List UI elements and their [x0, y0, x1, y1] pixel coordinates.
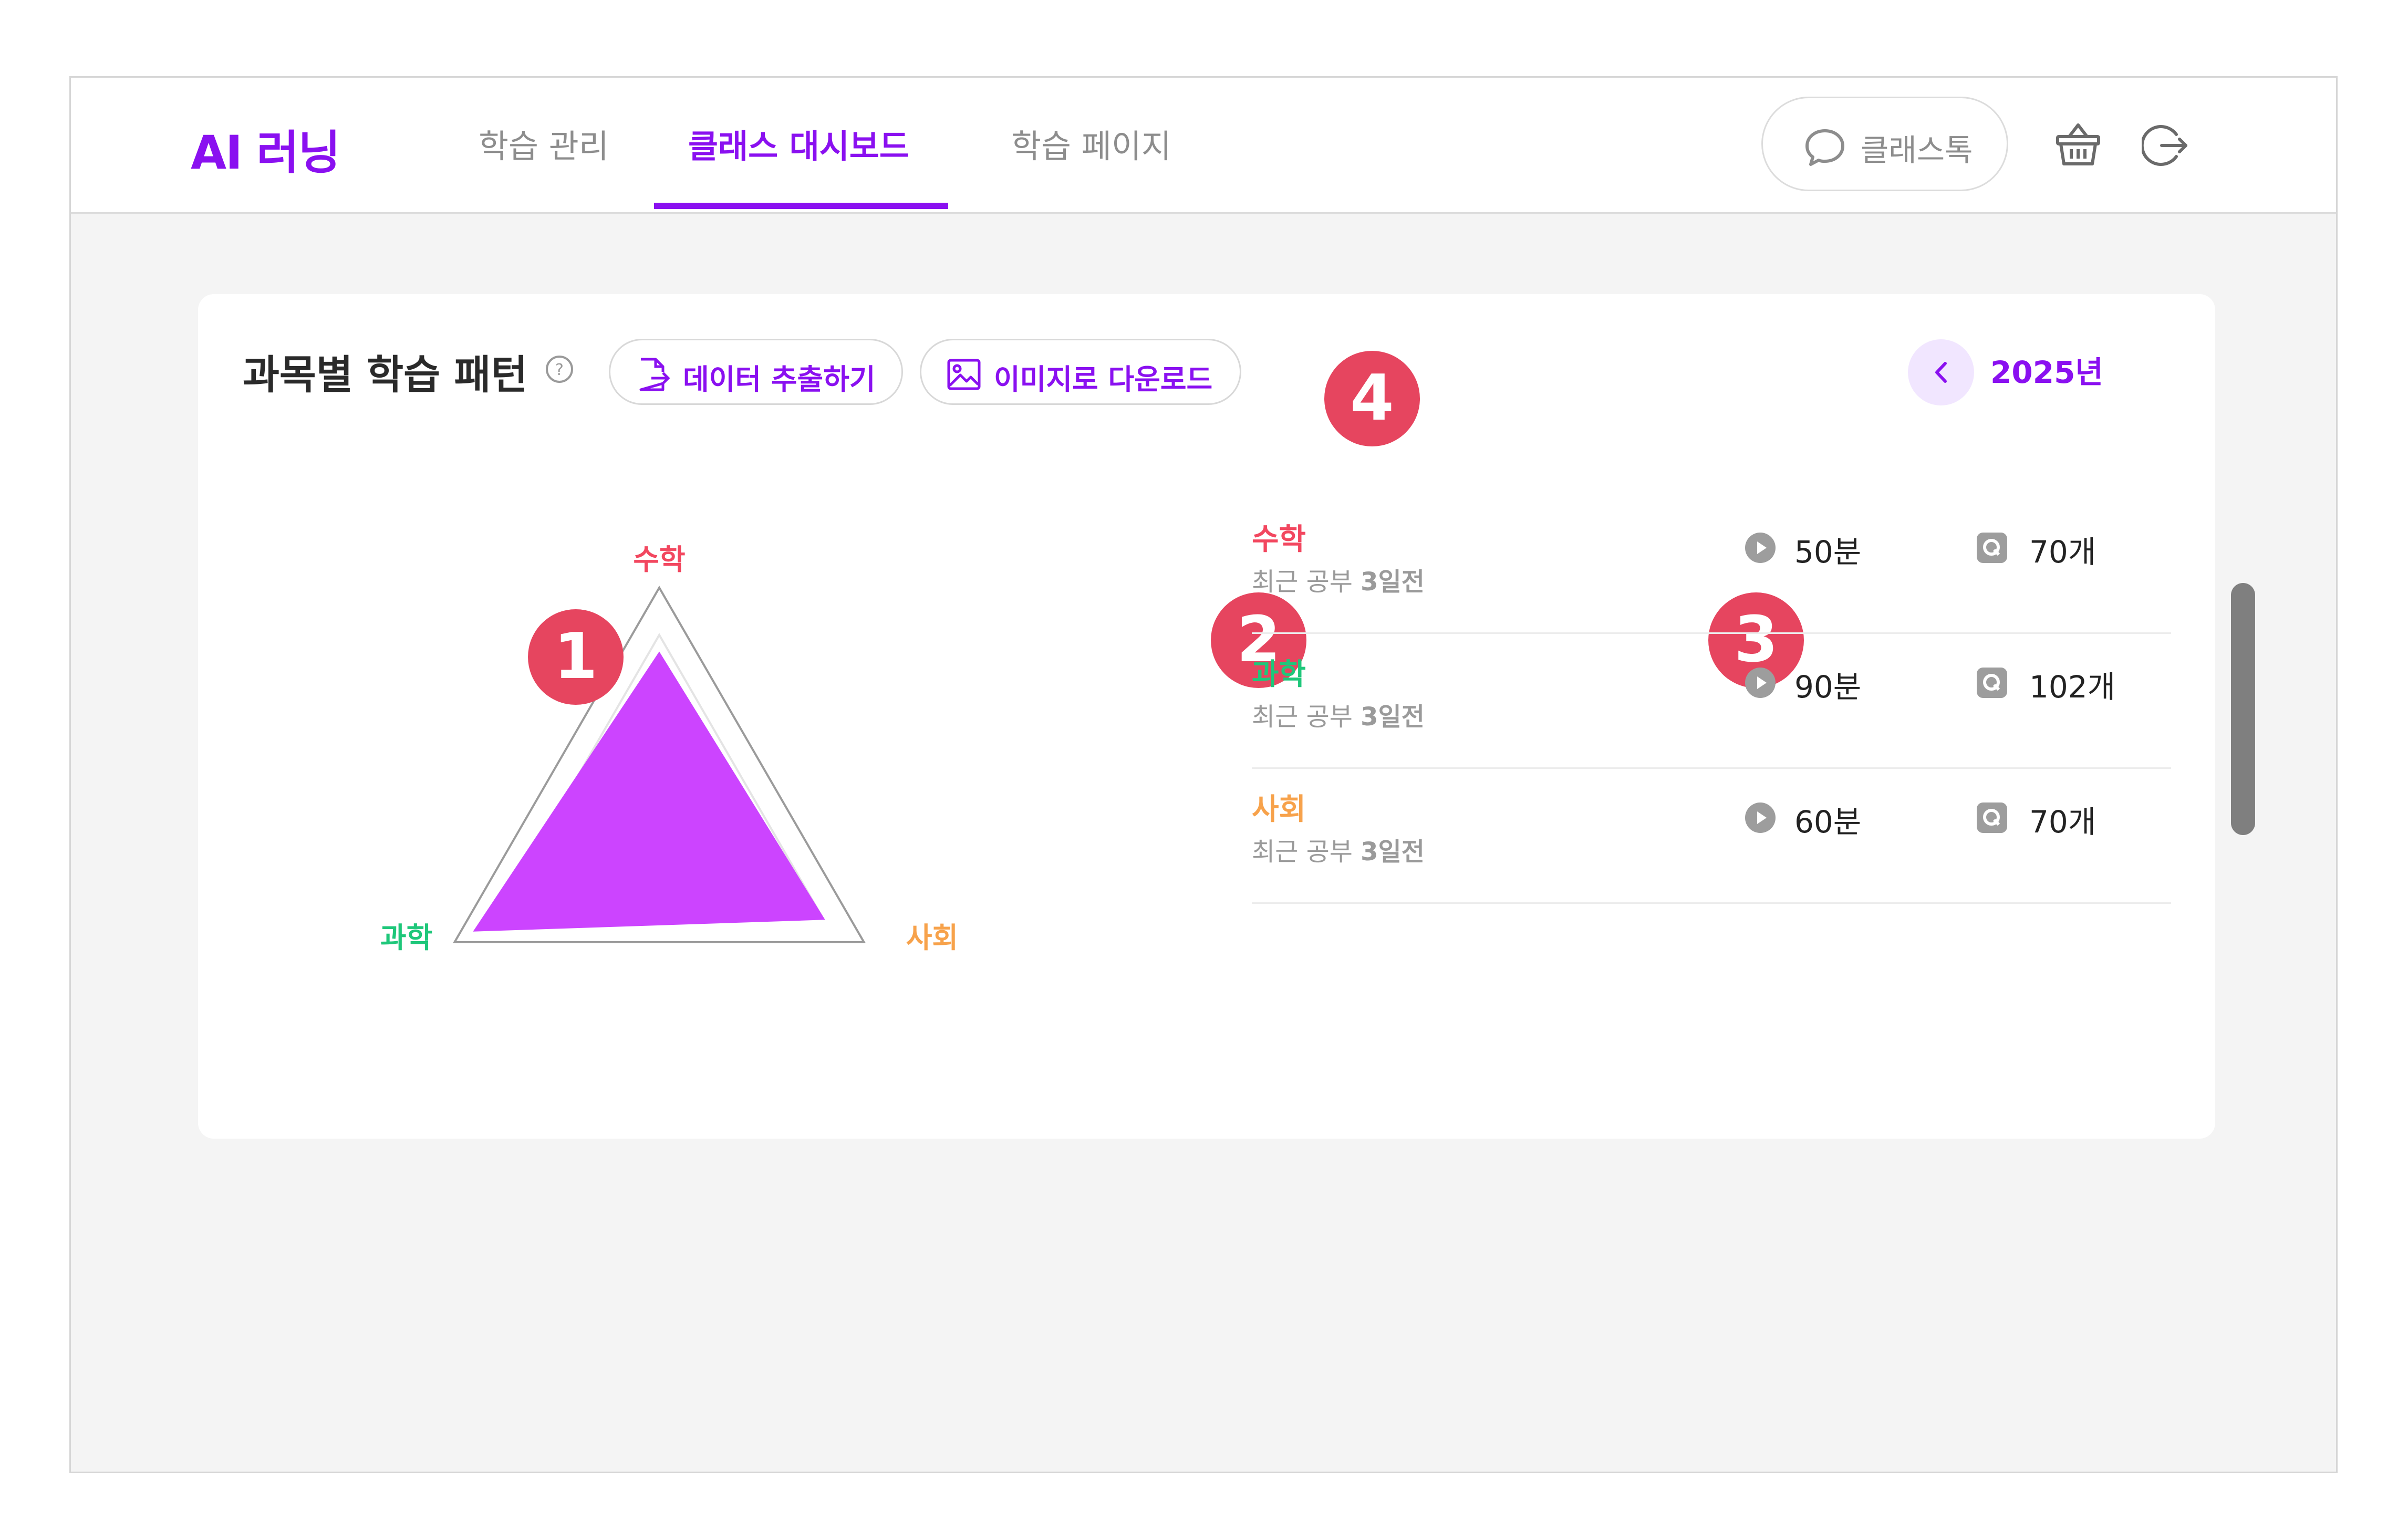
play-icon [1745, 533, 1776, 563]
radar-axis-label-science: 과학 [380, 921, 432, 954]
subject-row-science[interactable]: 과학 최근 공부 3일전 90분 102개 [1252, 634, 2171, 769]
study-time: 60분 [1794, 804, 1862, 840]
subject-name: 과학 [1252, 658, 1306, 692]
chevron-left-icon [1935, 362, 1947, 383]
subject-stats-list: 수학 최근 공부 3일전 50분 70개 과학 최근 공부 3일전 90분 10… [1252, 499, 2171, 1024]
quiz-count: 70개 [2029, 804, 2096, 840]
recent-study: 최근 공부 3일전 [1252, 702, 1425, 732]
logout-icon[interactable] [2142, 122, 2189, 169]
nav-learning-page[interactable]: 학습 페이지 [1011, 120, 1171, 167]
previous-year-button[interactable] [1908, 339, 1974, 405]
subject-name: 수학 [1252, 523, 1306, 557]
year-label: 2025년 [1990, 355, 2103, 390]
quiz-count: 70개 [2029, 534, 2096, 570]
play-icon [1745, 668, 1776, 698]
study-time: 90분 [1794, 669, 1862, 705]
subject-learning-pattern-card: 과목별 학습 패턴 ? 데이터 추출하기 이미지로 다운로드 2025년 수학 … [198, 294, 2255, 1139]
list-scrollbar-thumb[interactable] [2231, 583, 2255, 835]
class-talk-button[interactable]: 클래스톡 [1761, 97, 2008, 191]
subject-name: 사회 [1252, 793, 1306, 827]
quiz-icon [1977, 803, 2007, 833]
subject-row-math[interactable]: 수학 최근 공부 3일전 50분 70개 [1252, 499, 2171, 634]
radar-axis-label-math: 수학 [633, 543, 685, 576]
study-time: 50분 [1794, 534, 1862, 570]
nav-learning-management[interactable]: 학습 관리 [479, 120, 609, 167]
annotation-marker-1: 1 [528, 609, 624, 705]
quiz-icon [1977, 533, 2007, 563]
subject-row-social[interactable]: 사회 최근 공부 3일전 60분 70개 [1252, 769, 2171, 904]
class-talk-label: 클래스톡 [1861, 132, 1973, 168]
app-window: AI 러닝 학습 관리 클래스 대시보드 학습 페이지 클래스톡 과목별 학습 … [69, 76, 2338, 1473]
play-icon [1745, 803, 1776, 833]
top-navigation-bar: AI 러닝 학습 관리 클래스 대시보드 학습 페이지 클래스톡 [71, 78, 2336, 214]
chat-bubble-icon [1805, 129, 1844, 166]
shopping-basket-icon[interactable] [2054, 121, 2102, 168]
active-nav-indicator [654, 203, 948, 209]
quiz-icon [1977, 668, 2007, 698]
recent-study: 최근 공부 3일전 [1252, 837, 1425, 867]
ai-learning-logo[interactable]: AI 러닝 [191, 116, 340, 182]
quiz-count: 102개 [2029, 669, 2116, 705]
nav-class-dashboard[interactable]: 클래스 대시보드 [688, 120, 909, 167]
annotation-marker-4: 4 [1324, 351, 1420, 446]
radar-axis-label-social: 사회 [906, 921, 958, 954]
recent-study: 최근 공부 3일전 [1252, 567, 1425, 597]
radar-chart: 수학 사회 과학 [380, 543, 958, 954]
radar-data-area [473, 651, 825, 932]
